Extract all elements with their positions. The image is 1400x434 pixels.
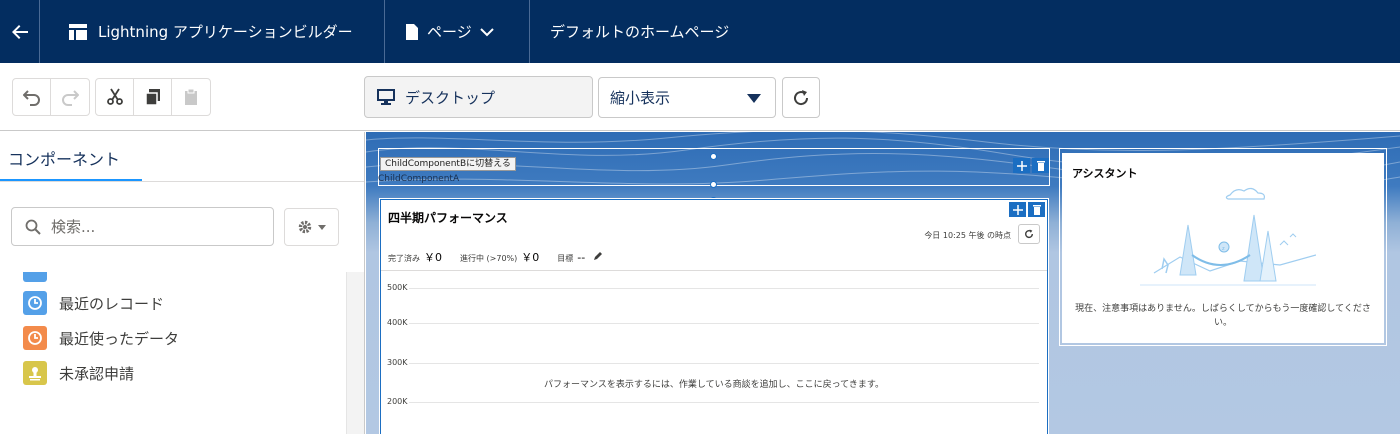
- move-icon[interactable]: [1009, 202, 1026, 217]
- list-item-label: 最近のレコード: [59, 294, 165, 313]
- refresh-button[interactable]: [782, 77, 820, 118]
- y-tick-label: 200K: [387, 397, 408, 406]
- clock-icon: [23, 291, 47, 315]
- app-title: Lightning アプリケーションビルダー: [98, 23, 353, 41]
- trash-icon[interactable]: [1032, 158, 1049, 173]
- performance-chart: 500K 400K 300K 200K パフォーマンスを表示するには、作業してい…: [381, 280, 1047, 434]
- clipboard-group: [95, 78, 211, 116]
- desktop-icon: [377, 89, 395, 105]
- child-component-label: ChildComponentA: [378, 174, 460, 184]
- cut-button[interactable]: [96, 79, 134, 115]
- page-icon: [406, 23, 418, 40]
- move-icon[interactable]: [1013, 158, 1030, 173]
- page-canvas: ChildComponentBに切替える ChildComponentA 四半期…: [366, 132, 1400, 434]
- page-menu[interactable]: ページ: [385, 0, 530, 63]
- assistant-card[interactable]: アシスタント z 現在、注意事項はありません。しばらくしてからもう一度確認してく…: [1062, 153, 1384, 343]
- component-list-scrollbar[interactable]: [346, 272, 364, 434]
- y-tick-label: 400K: [387, 318, 408, 327]
- header-region-tools: [1013, 158, 1049, 173]
- y-tick-label: 300K: [387, 358, 408, 367]
- card-title: アシスタント: [1072, 167, 1138, 180]
- back-arrow-icon: [11, 24, 28, 39]
- switch-child-component-button[interactable]: ChildComponentBに切替える: [380, 157, 516, 171]
- scissors-icon: [106, 88, 123, 105]
- undo-icon: [22, 90, 40, 106]
- y-tick-label: 500K: [387, 283, 408, 292]
- list-item-pending-approvals[interactable]: 未承認申請: [23, 361, 134, 385]
- card-tools: [1009, 202, 1045, 217]
- assistant-empty-message: 現在、注意事項はありません。しばらくしてからもう一度確認してください。: [1075, 304, 1371, 328]
- page-name-label: デフォルトのホームページ: [550, 23, 730, 41]
- add-component-handle[interactable]: [710, 153, 717, 160]
- paste-button[interactable]: [172, 79, 210, 115]
- search-icon: [25, 219, 41, 235]
- tab-divider: [0, 181, 364, 182]
- add-component-handle[interactable]: [710, 181, 717, 188]
- open-label: 進行中 (>70%): [460, 254, 518, 263]
- component-search-input[interactable]: 検索...: [11, 207, 274, 246]
- gridline: [409, 323, 1039, 324]
- caret-down-icon: [318, 224, 326, 230]
- list-item-recent-records[interactable]: 最近のレコード: [23, 291, 164, 315]
- card-divider: [381, 270, 1047, 271]
- zoom-value: 縮小表示: [610, 89, 671, 107]
- copy-button[interactable]: [134, 79, 172, 115]
- builder-toolbar: デスクトップ 縮小表示: [0, 63, 1400, 131]
- open-value: ￥0: [521, 251, 540, 264]
- card-title: 四半期パフォーマンス: [388, 211, 508, 225]
- component-list: 最近のレコード 最近使ったデータ 未承認申請: [0, 272, 346, 434]
- closed-label: 完了済み: [388, 254, 420, 263]
- app-header: Lightning アプリケーションビルダー ページ デフォルトのホームページ: [0, 0, 1400, 63]
- svg-text:z: z: [1222, 246, 1225, 252]
- redo-button[interactable]: [51, 79, 89, 115]
- caret-down-icon: [747, 94, 761, 103]
- quarterly-performance-card[interactable]: 四半期パフォーマンス 今日 10:25 午後 の時点 完了済み ￥0 進行中 (…: [379, 198, 1049, 434]
- redo-icon: [62, 90, 79, 106]
- gear-icon: [298, 220, 312, 234]
- list-item-recently-viewed[interactable]: 最近使ったデータ: [23, 326, 179, 350]
- hammock-illustration-icon: z: [1140, 187, 1316, 286]
- undo-button[interactable]: [13, 79, 51, 115]
- goal-value: --: [577, 251, 586, 264]
- goal-label: 目標: [557, 254, 574, 263]
- undo-redo-group: [12, 78, 90, 116]
- chevron-down-icon: [479, 27, 494, 36]
- gridline: [409, 402, 1039, 403]
- device-selector[interactable]: デスクトップ: [364, 76, 593, 118]
- gridline: [409, 363, 1039, 364]
- zoom-select[interactable]: 縮小表示: [598, 77, 776, 118]
- card-refresh-button[interactable]: [1018, 224, 1040, 244]
- app-builder-title: Lightning アプリケーションビルダー: [40, 0, 385, 63]
- pencil-icon[interactable]: [593, 251, 603, 261]
- page-menu-label: ページ: [427, 23, 472, 41]
- clipboard-icon: [185, 88, 197, 105]
- layout-icon: [69, 23, 87, 40]
- refresh-icon: [1024, 229, 1034, 239]
- clock-icon: [23, 326, 47, 350]
- partial-item-icon: [23, 272, 47, 282]
- refresh-icon: [794, 89, 809, 105]
- device-label: デスクトップ: [405, 88, 496, 107]
- list-item-label: 未承認申請: [59, 364, 135, 383]
- as-of-timestamp: 今日 10:25 午後 の時点: [924, 231, 1011, 240]
- list-item-label: 最近使ったデータ: [59, 329, 180, 348]
- page-name: デフォルトのホームページ: [530, 0, 729, 63]
- tab-components[interactable]: コンポーネント: [0, 132, 142, 182]
- settings-menu-button[interactable]: [284, 208, 339, 246]
- performance-stats: 完了済み ￥0 進行中 (>70%) ￥0 目標 --: [388, 249, 603, 265]
- closed-value: ￥0: [424, 251, 442, 264]
- components-panel: コンポーネント 検索... 最近のレコード 最近使ったデータ 未承認申請: [0, 132, 365, 434]
- stamp-icon: [23, 361, 47, 385]
- search-placeholder: 検索...: [51, 218, 96, 236]
- gridline: [409, 288, 1039, 289]
- copy-icon: [144, 89, 160, 106]
- chart-empty-message: パフォーマンスを表示するには、作業している商談を追加し、ここに戻ってきます。: [544, 380, 884, 390]
- back-button[interactable]: [0, 0, 40, 63]
- trash-icon[interactable]: [1028, 202, 1045, 217]
